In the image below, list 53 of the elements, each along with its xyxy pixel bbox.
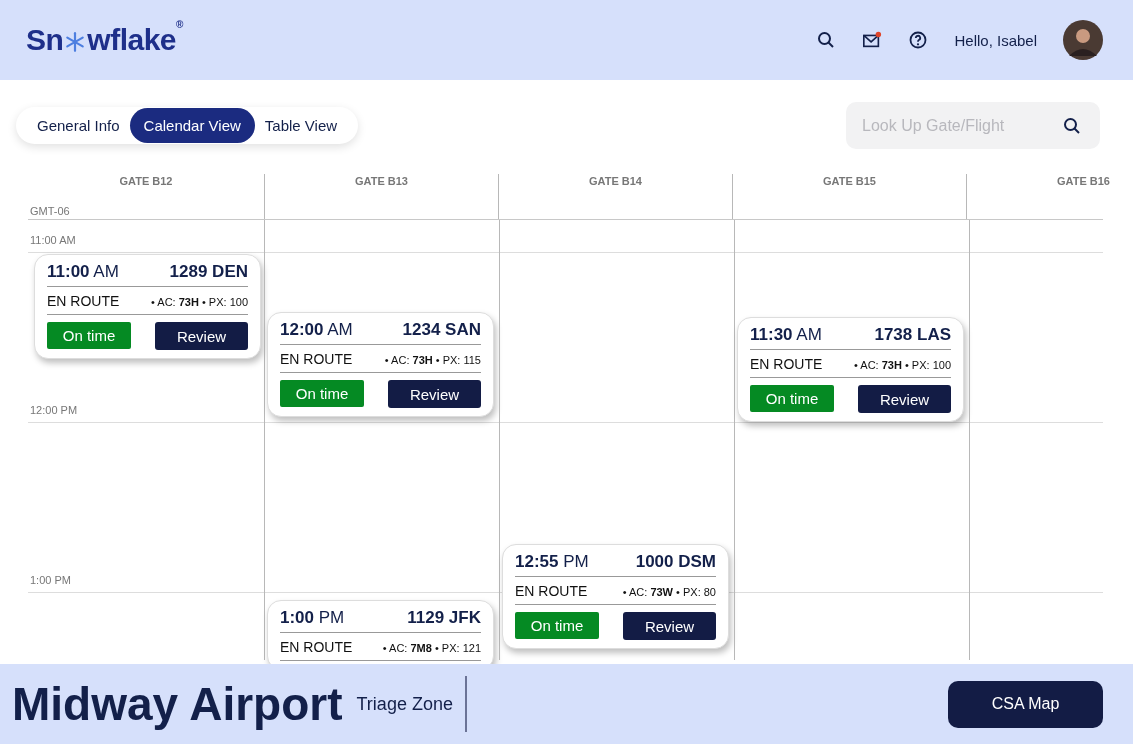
flight-card[interactable]: 11:30 AM 1738 LAS EN ROUTE • AC: 73H • PX: 100 On time Review [737,317,964,422]
flight-details: • AC: 73W • PX: 80 [622,586,716,598]
status-badge: On time [515,612,599,639]
status-badge: On time [280,380,364,407]
flight-status: EN ROUTE [515,583,588,599]
greeting: Hello, Isabel [954,31,1037,49]
gate-heading: GATE B14 [589,175,642,189]
flight-card[interactable]: 11:00 AM 1289 DEN EN ROUTE • AC: 73H • PX: 100 On time Review [34,254,261,359]
review-button[interactable]: Review [155,322,248,350]
flight-time: 1:00 PM [280,608,345,628]
flight-time: 11:00 AM [47,262,119,282]
search-icon[interactable] [1062,116,1082,136]
airport-title: Midway Airport [12,677,343,731]
flight-card[interactable]: 12:55 PM 1000 DSM EN ROUTE • AC: 73W • PX: 80 On time Review [502,544,729,649]
flight-card[interactable]: 1:00 PM 1129 JFK EN ROUTE • AC: 7M8 • PX: 121 [267,600,494,664]
flight-status: EN ROUTE [750,356,823,372]
snowflake-icon [64,31,87,53]
time-label: 1:00 PM [30,574,71,586]
flight-number: 1129 JFK [407,608,481,628]
review-button[interactable]: Review [858,385,951,413]
mail-icon[interactable] [862,30,883,50]
flight-status: EN ROUTE [47,293,120,309]
review-button[interactable]: Review [623,612,716,640]
review-button[interactable]: Review [388,380,481,408]
flight-time: 12:55 PM [515,552,589,572]
flight-status: EN ROUTE [280,351,353,367]
zone-label: Triage Zone [356,676,467,732]
flight-number: 1738 LAS [874,325,951,345]
flight-details: • AC: 73H • PX: 100 [854,359,951,371]
timezone-label: GMT-06 [30,205,70,217]
gate-heading: GATE B13 [355,175,408,189]
gate-heading: GATE B12 [119,175,173,189]
status-badge: On time [47,322,131,349]
flight-time: 12:00 AM [280,320,353,340]
gate-heading: GATE B16 [1057,175,1110,189]
gate-heading: GATE B15 [823,175,876,189]
flight-number: 1000 DSM [635,552,716,572]
flight-status: EN ROUTE [280,639,353,655]
map-button[interactable]: CSA Map [948,680,1103,728]
view-tab[interactable]: Calendar View [129,108,255,143]
flight-time: 11:30 AM [750,325,822,345]
flight-card[interactable]: 12:00 AM 1234 SAN EN ROUTE • AC: 73H • PX: 115 On time Review [267,312,494,417]
search-field[interactable]: Look Up Gate/Flight [846,102,1100,149]
avatar[interactable] [1063,20,1103,60]
flight-number: 1289 DEN [169,262,248,282]
help-icon[interactable] [908,30,929,50]
time-label: 11:00 AM [30,234,76,246]
status-badge: On time [750,385,834,412]
flight-details: • AC: 73H • PX: 115 [384,354,481,366]
flight-number: 1234 SAN [402,320,481,340]
flight-details: • AC: 7M8 • PX: 121 [382,642,481,654]
time-label: 12:00 PM [30,404,78,416]
flight-details: • AC: 73H • PX: 100 [151,296,248,308]
